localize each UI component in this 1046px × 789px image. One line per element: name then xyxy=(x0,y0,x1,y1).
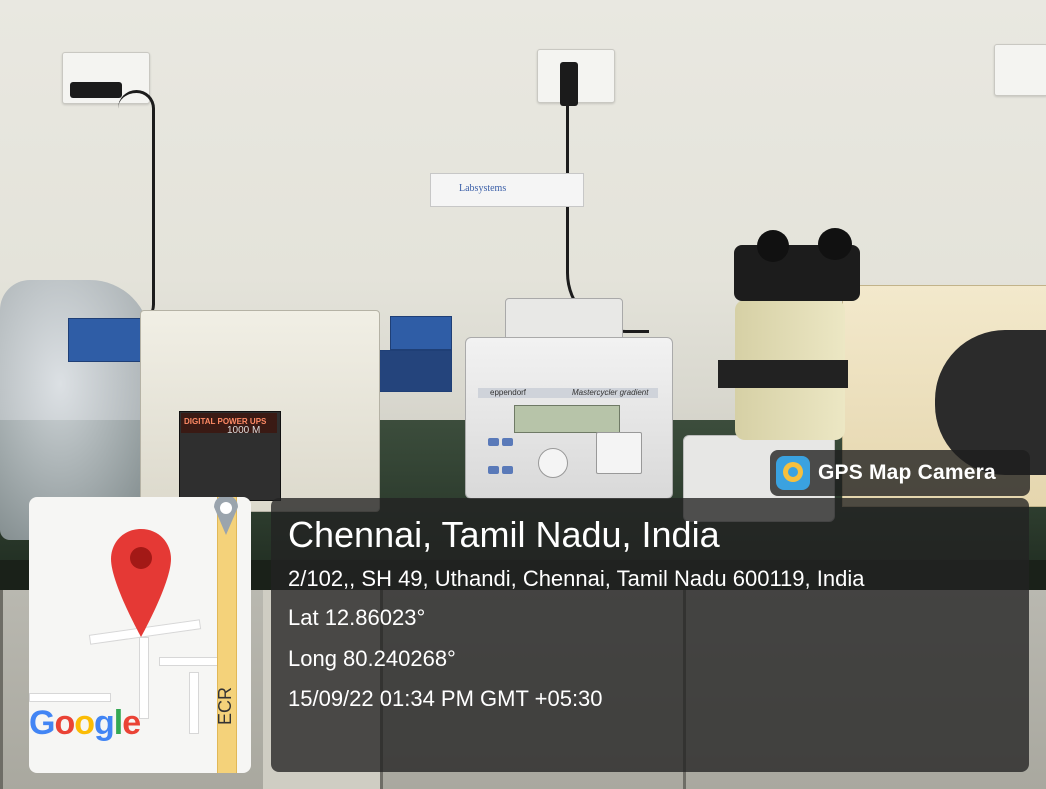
microscope-stage xyxy=(718,360,848,388)
location-longitude: Long 80.240268° xyxy=(288,646,456,671)
ups-unit: DIGITAL POWER UPS 1000 M xyxy=(140,310,380,512)
map-road xyxy=(189,672,199,734)
blue-box-stack xyxy=(376,350,452,392)
map-thumbnail: ECR Google xyxy=(29,497,251,773)
map-highway xyxy=(217,497,237,773)
cycler-brand-strip: eppendorf Mastercycler gradient xyxy=(478,388,658,398)
blue-tip-box xyxy=(390,316,452,350)
microscope-eyepiece xyxy=(818,228,852,260)
blue-box-left xyxy=(68,318,148,362)
cycler-key xyxy=(502,466,513,474)
map-pin-icon xyxy=(111,529,171,637)
location-datetime: 15/09/22 01:34 PM GMT +05:30 xyxy=(288,686,603,711)
cycler-key xyxy=(488,466,499,474)
cycler-brand: eppendorf xyxy=(490,388,527,397)
location-address: 2/102,, SH 49, Uthandi, Chennai, Tamil N… xyxy=(288,566,865,591)
gps-map-camera-icon xyxy=(776,456,810,490)
cycler-dpad xyxy=(538,448,568,478)
wall-label-strip: Labsystems xyxy=(430,173,584,207)
cable-left xyxy=(118,90,155,323)
map-road xyxy=(29,693,111,702)
location-title: Chennai, Tamil Nadu, India xyxy=(288,514,720,555)
cycler-model: Mastercycler gradient xyxy=(572,388,649,397)
cycler-key xyxy=(488,438,499,446)
plug-left xyxy=(70,82,122,98)
google-logo: Google xyxy=(29,704,141,742)
microscope-eyepiece xyxy=(757,230,789,262)
cycler-display xyxy=(514,405,620,433)
map-location-marker-icon xyxy=(214,497,238,535)
map-road-label: ECR xyxy=(215,686,235,725)
map-road xyxy=(139,637,149,719)
wall-socket-right xyxy=(994,44,1046,96)
gps-badge-label: GPS Map Camera xyxy=(818,461,996,484)
cycler-keypad xyxy=(596,432,642,474)
location-latitude: Lat 12.86023° xyxy=(288,605,426,630)
cycler-key xyxy=(502,438,513,446)
map-road xyxy=(159,657,221,666)
ups-rating: 1000 M xyxy=(227,425,261,436)
gps-map-camera-badge: GPS Map Camera xyxy=(770,450,1030,496)
strip-label: Labsystems xyxy=(459,183,507,194)
